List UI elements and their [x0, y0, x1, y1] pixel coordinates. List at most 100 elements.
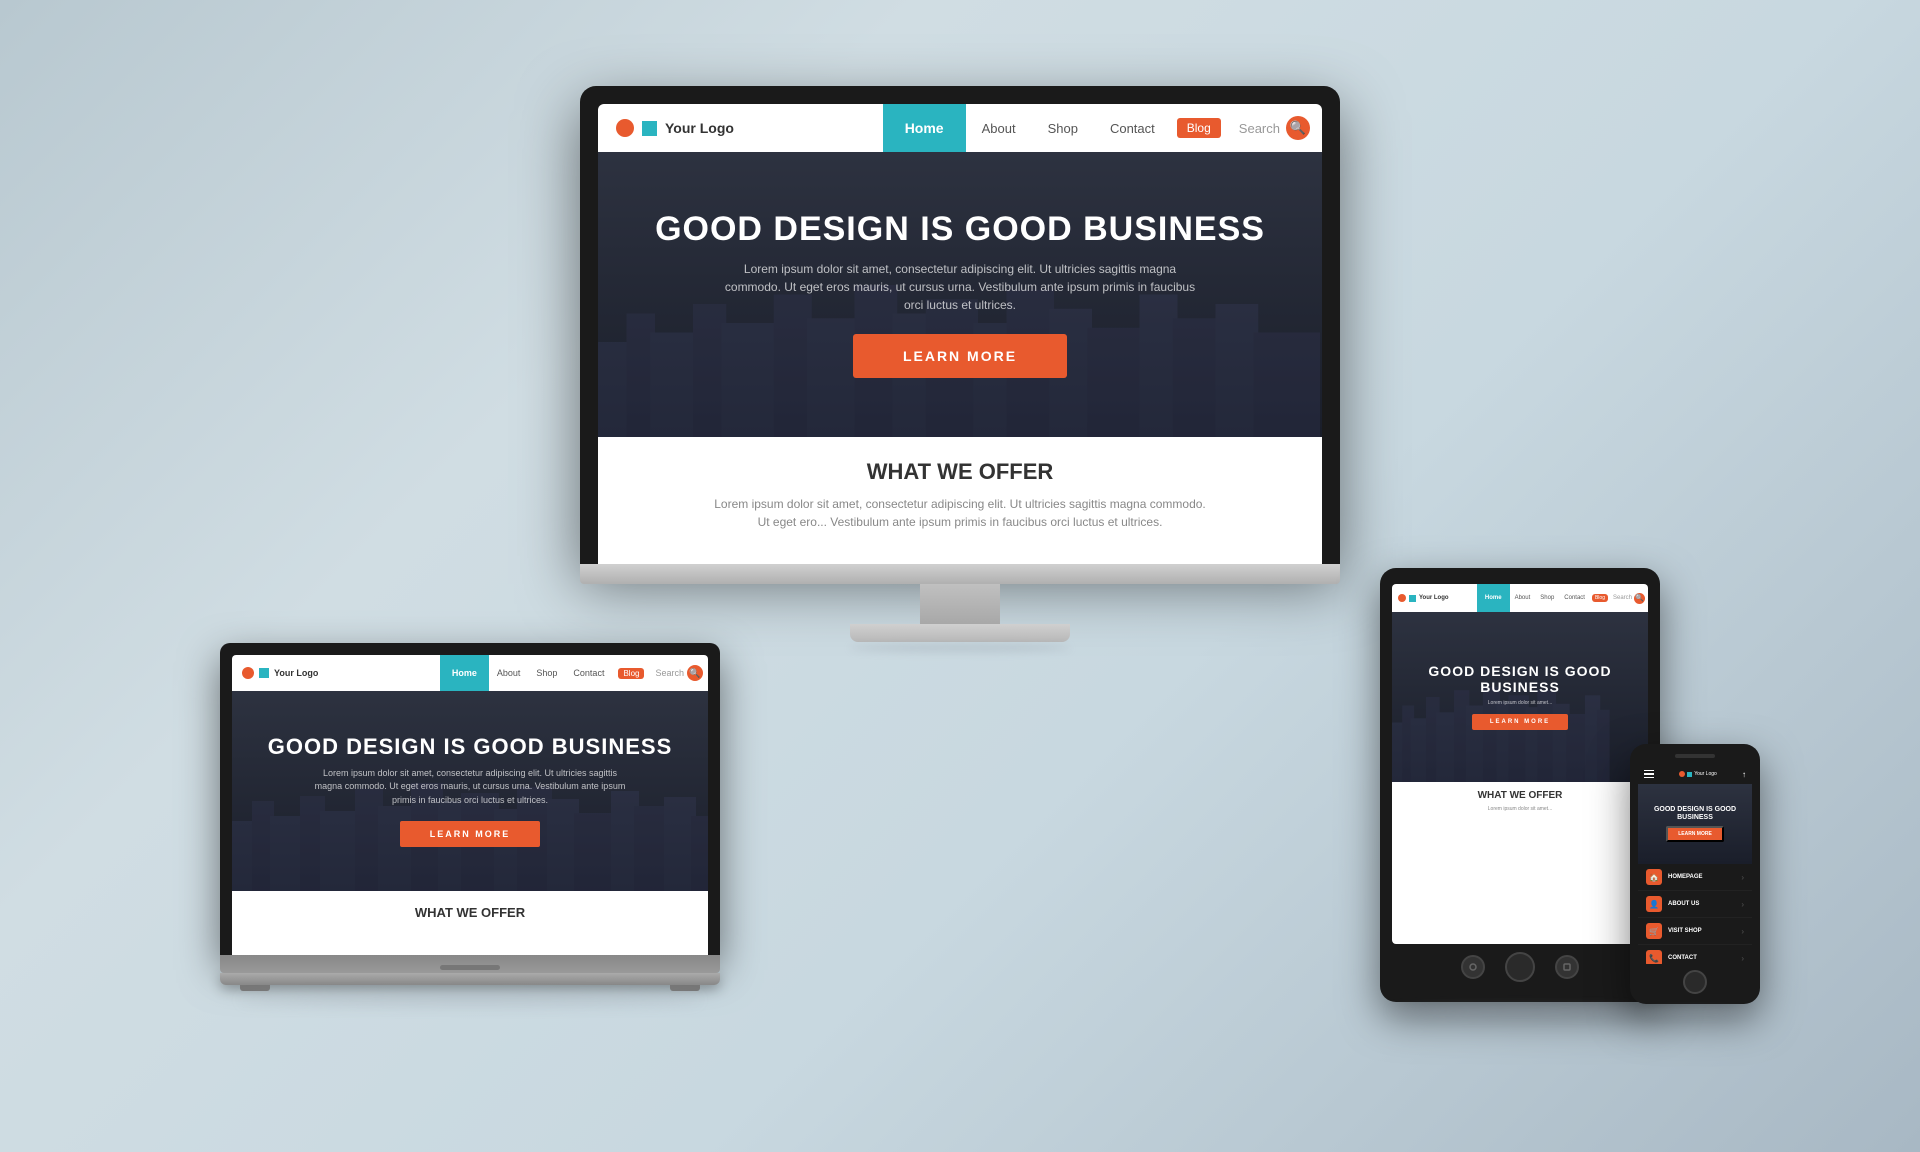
phone-menu-header: Your Logo ↑	[1638, 764, 1752, 784]
laptop-feet	[220, 985, 720, 991]
laptop-nav-blog[interactable]: Blog	[618, 668, 644, 679]
search-icon[interactable]: 🔍	[1286, 116, 1310, 140]
tablet-offer-title: WHAT WE OFFER	[1404, 790, 1636, 801]
desktop-hero: GOOD DESIGN IS GOOD BUSINESS Lorem ipsum…	[598, 152, 1322, 437]
desktop-learn-more-button[interactable]: LEARN MORE	[853, 334, 1067, 378]
phone-menu-label-homepage: HOMEPAGE	[1668, 874, 1703, 880]
desktop-screen-inner: Your Logo Home About Shop Contact Blog S…	[598, 104, 1322, 564]
tablet-nav: Your Logo Home About Shop Contact Blog S…	[1392, 584, 1648, 612]
tablet-nav-contact[interactable]: Contact	[1559, 595, 1590, 601]
tablet-nav-blog[interactable]: Blog	[1592, 594, 1608, 602]
desktop-nav-items: Home About Shop Contact Blog Search 🔍	[883, 104, 1322, 152]
laptop-logo-text: Your Logo	[274, 668, 318, 678]
tablet-nav-shop[interactable]: Shop	[1535, 595, 1559, 601]
about-menu-icon: 👤	[1646, 896, 1662, 912]
tablet-device: Your Logo Home About Shop Contact Blog S…	[1380, 568, 1660, 1016]
tablet-hero: GOOD DESIGN IS GOOD BUSINESS Lorem ipsum…	[1392, 612, 1648, 782]
tablet-screen: Your Logo Home About Shop Contact Blog S…	[1392, 584, 1648, 944]
laptop-search-icon[interactable]: 🔍	[687, 665, 703, 681]
tablet-hero-title: GOOD DESIGN IS GOOD BUSINESS	[1412, 664, 1628, 695]
shop-menu-icon: 🛒	[1646, 923, 1662, 939]
desktop-nav: Your Logo Home About Shop Contact Blog S…	[598, 104, 1322, 152]
tablet-logo-text: Your Logo	[1419, 595, 1449, 601]
desktop-search-label: Search	[1239, 121, 1280, 136]
desktop-nav-contact[interactable]: Contact	[1094, 121, 1171, 136]
phone-menu-arrow-about: ›	[1741, 900, 1744, 909]
hamburger-line-1	[1644, 770, 1654, 772]
laptop-nav: Your Logo Home About Shop Contact Blog S…	[232, 655, 708, 691]
phone-menu-label-about: ABOUT US	[1668, 901, 1699, 907]
phone-logo-text: Your Logo	[1694, 771, 1717, 777]
desktop-nav-about[interactable]: About	[966, 121, 1032, 136]
laptop-search-label: Search	[655, 668, 684, 678]
laptop-logo-circle	[242, 667, 254, 679]
desktop-offer-section: WHAT WE OFFER Lorem ipsum dolor sit amet…	[598, 437, 1322, 564]
tablet-offer-subtitle: Lorem ipsum dolor sit amet...	[1420, 806, 1620, 814]
phone-menu-item-about[interactable]: 👤 ABOUT US ›	[1638, 891, 1752, 918]
homepage-menu-icon: 🏠	[1646, 869, 1662, 885]
desktop-offer-title: WHAT WE OFFER	[638, 459, 1282, 485]
desktop-logo-text: Your Logo	[665, 120, 734, 136]
laptop-screen-outer: Your Logo Home About Shop Contact Blog S…	[220, 643, 720, 955]
phone-hero-title: GOOD DESIGN IS GOOD BUSINESS	[1644, 806, 1746, 821]
phone-logo-square	[1687, 772, 1692, 777]
hamburger-icon[interactable]	[1644, 770, 1654, 779]
tablet-learn-more-button[interactable]: LEARN MORE	[1472, 714, 1568, 730]
desktop-nav-shop[interactable]: Shop	[1032, 121, 1094, 136]
desktop-logo-area: Your Logo	[598, 104, 883, 152]
laptop-logo-area: Your Logo	[232, 655, 440, 691]
phone-menu-arrow-contact: ›	[1741, 954, 1744, 963]
laptop-hero-title: GOOD DESIGN IS GOOD BUSINESS	[268, 735, 673, 759]
laptop-nav-about[interactable]: About	[489, 668, 529, 678]
laptop-logo-square	[259, 668, 269, 678]
laptop-foot-right	[670, 985, 700, 991]
tablet-city-bg	[1392, 680, 1610, 782]
laptop-screen-inner: Your Logo Home About Shop Contact Blog S…	[232, 655, 708, 955]
tablet-nav-search: Search 🔍	[1610, 593, 1648, 604]
desktop-hero-title: GOOD DESIGN IS GOOD BUSINESS	[655, 211, 1265, 248]
phone-menu-item-contact[interactable]: 📞 CONTACT ›	[1638, 945, 1752, 964]
share-icon[interactable]: ↑	[1742, 770, 1746, 779]
laptop-offer-section: WHAT WE OFFER	[232, 891, 708, 955]
phone-learn-more-button[interactable]: LEARN MORE	[1666, 826, 1724, 842]
tablet-nav-about[interactable]: About	[1510, 595, 1536, 601]
laptop-reflection	[240, 994, 700, 1006]
logo-circle-icon	[616, 119, 634, 137]
tablet-recent-button[interactable]	[1555, 955, 1579, 979]
tablet-nav-home[interactable]: Home	[1477, 584, 1510, 612]
phone-reflection	[1640, 1008, 1750, 1016]
desktop-nav-home[interactable]: Home	[883, 104, 966, 152]
tablet-hero-subtitle: Lorem ipsum dolor sit amet...	[1488, 700, 1552, 708]
laptop-learn-more-button[interactable]: LEARN MORE	[400, 821, 541, 847]
tablet-home-bar	[1392, 944, 1648, 986]
tablet-offer-section: WHAT WE OFFER Lorem ipsum dolor sit amet…	[1392, 782, 1648, 944]
laptop-nav-contact[interactable]: Contact	[565, 668, 612, 678]
laptop-offer-title: WHAT WE OFFER	[252, 905, 688, 920]
laptop-nav-items: Home About Shop Contact Blog Search 🔍	[440, 655, 708, 691]
laptop-base-detail	[440, 965, 500, 970]
tablet-back-button[interactable]	[1461, 955, 1485, 979]
phone-menu-label-contact: CONTACT	[1668, 955, 1697, 961]
desktop-nav-blog[interactable]: Blog	[1177, 118, 1221, 138]
tablet-search-icon[interactable]: 🔍	[1634, 593, 1645, 604]
laptop-nav-search: Search 🔍	[650, 665, 708, 681]
desktop-stand-base	[850, 624, 1070, 642]
desktop-screen-outer: Your Logo Home About Shop Contact Blog S…	[580, 86, 1340, 564]
phone-menu-arrow-homepage: ›	[1741, 873, 1744, 882]
phone-screen: Your Logo ↑ GOOD DESIGN IS GOOD BUSINESS…	[1638, 764, 1752, 964]
phone-menu-item-homepage[interactable]: 🏠 HOMEPAGE ›	[1638, 864, 1752, 891]
tablet-reflection	[1390, 1006, 1650, 1016]
tablet-home-button[interactable]	[1505, 952, 1535, 982]
hamburger-line-2	[1644, 773, 1654, 775]
phone-menu-arrow-shop: ›	[1741, 927, 1744, 936]
tablet-logo-area: Your Logo	[1392, 584, 1477, 612]
phone-menu-item-shop[interactable]: 🛒 VISIT SHOP ›	[1638, 918, 1752, 945]
desktop-hero-subtitle: Lorem ipsum dolor sit amet, consectetur …	[720, 260, 1200, 314]
tablet-outer: Your Logo Home About Shop Contact Blog S…	[1380, 568, 1660, 1002]
laptop-nav-shop[interactable]: Shop	[528, 668, 565, 678]
laptop-base	[220, 955, 720, 973]
phone-physical-home-btn[interactable]	[1683, 970, 1707, 994]
laptop-nav-home[interactable]: Home	[440, 655, 489, 691]
hamburger-line-3	[1644, 777, 1654, 779]
desktop-device: Your Logo Home About Shop Contact Blog S…	[580, 86, 1340, 652]
